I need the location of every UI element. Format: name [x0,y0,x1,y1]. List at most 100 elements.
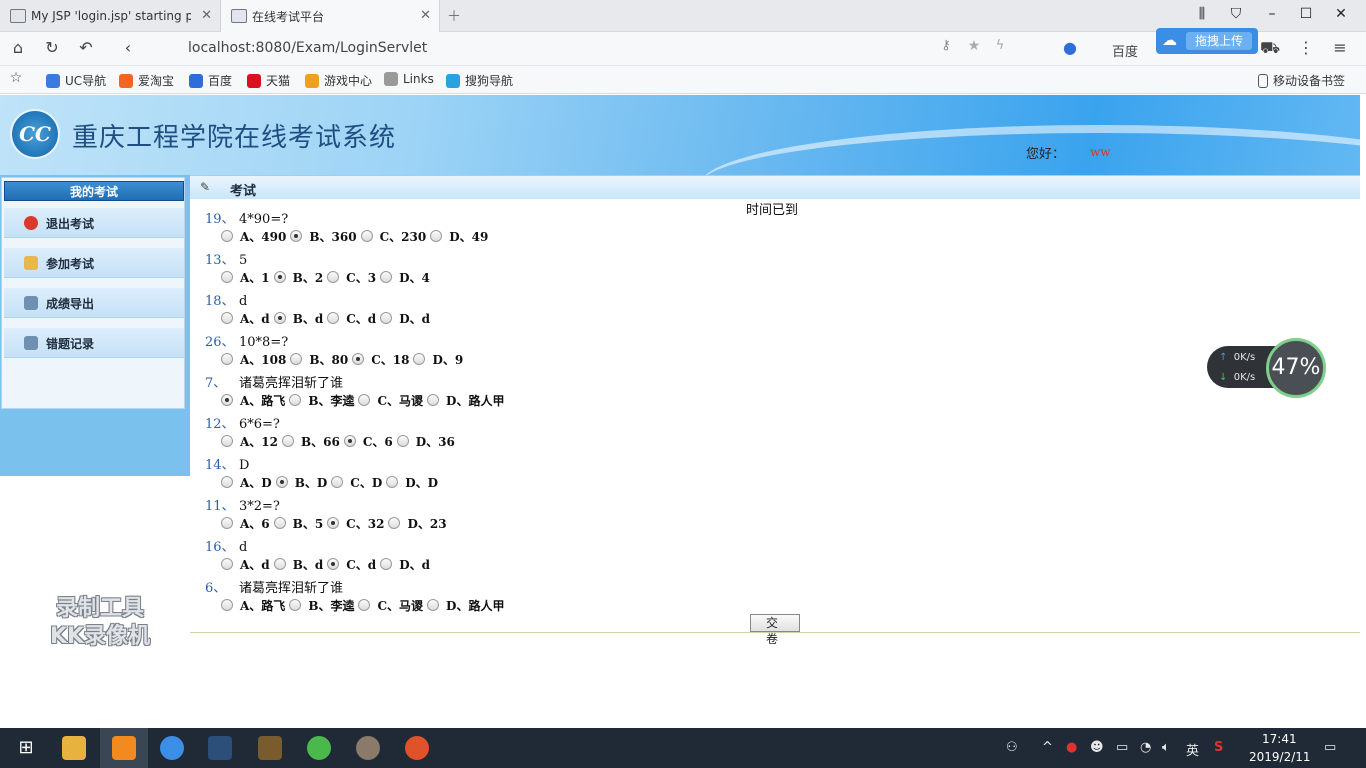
game-icon[interactable] [258,736,282,760]
answer-option[interactable]: B、360 [290,228,357,245]
answer-option[interactable]: C、D [331,474,382,491]
file-explorer-icon[interactable] [62,736,86,760]
answer-option[interactable]: D、d [380,556,430,573]
qq-icon[interactable]: ☻ [1090,740,1104,755]
wifi-icon[interactable]: ◔ [1140,740,1151,755]
radio-button[interactable] [427,599,440,611]
radio-button[interactable] [396,435,409,447]
key-icon[interactable]: ⚷ [936,38,956,53]
people-icon[interactable]: ⚇ [1006,740,1018,755]
radio-button[interactable] [289,599,302,611]
answer-option[interactable]: B、D [275,474,327,491]
answer-option[interactable]: B、d [273,310,323,327]
uc-browser-icon[interactable] [112,736,136,760]
answer-option[interactable]: A、D [221,474,272,491]
baidu-netdisk-icon[interactable] [160,736,184,760]
radio-button[interactable] [221,476,233,488]
answer-option[interactable]: C、马谡 [358,597,423,614]
radio-button[interactable] [413,353,426,365]
answer-option[interactable]: B、2 [273,269,323,286]
close-icon[interactable]: ✕ [420,8,431,23]
address-bar[interactable]: localhost:8080/Exam/LoginServlet [188,40,427,56]
radio-button[interactable] [358,394,371,406]
radio-button[interactable] [430,230,443,242]
green-app-icon[interactable] [307,736,331,760]
clock-time[interactable]: 17:41 [1262,732,1297,746]
sidebar-item-export-scores[interactable]: 成绩导出 [4,288,184,318]
answer-option[interactable]: B、李逵 [289,392,354,409]
radio-button[interactable] [273,271,286,283]
undo-icon[interactable]: ↶ [76,38,96,57]
radio-button[interactable] [427,394,440,406]
bookmark-baidu[interactable]: 百度 [189,72,232,89]
answer-option[interactable]: C、230 [360,228,426,245]
search-engine-label[interactable]: 百度 [1112,41,1138,60]
bookmark-links[interactable]: Links [384,72,434,86]
answer-option[interactable]: D、36 [396,433,455,450]
notification-icon[interactable]: ▭ [1324,740,1336,755]
radio-button[interactable] [290,230,303,242]
answer-option[interactable]: D、9 [413,351,463,368]
star-icon[interactable]: ★ [964,38,984,54]
radio-button[interactable] [273,517,286,529]
answer-option[interactable]: D、路人甲 [427,597,504,614]
answer-option[interactable]: D、D [386,474,438,491]
answer-option[interactable]: B、80 [290,351,348,368]
radio-button[interactable] [221,517,233,529]
new-tab-icon[interactable]: ＋ [444,6,464,26]
radio-button[interactable] [386,476,399,488]
radio-button[interactable] [273,312,286,324]
battery-icon[interactable]: ▭ [1116,740,1128,755]
answer-option[interactable]: C、32 [327,515,384,532]
answer-option[interactable]: D、49 [430,228,488,245]
bookmark-tmall[interactable]: 天猫 [247,72,290,89]
answer-option[interactable]: A、路飞 [221,597,285,614]
answer-option[interactable]: A、490 [221,228,286,245]
bookmark-game-center[interactable]: 游戏中心 [305,72,372,89]
clock-date[interactable]: 2019/2/11 [1249,750,1311,764]
cloud-upload-widget[interactable]: ☁ 拖拽上传 [1156,28,1258,54]
radio-button[interactable] [360,230,373,242]
eclipse-icon[interactable] [208,736,232,760]
radio-button[interactable] [327,312,340,324]
radio-button[interactable] [327,558,340,570]
answer-option[interactable]: A、d [221,556,270,573]
baidu-paw-icon[interactable]: ● [1060,38,1080,57]
answer-option[interactable]: B、d [273,556,323,573]
lightning-icon[interactable]: ϟ [990,38,1010,53]
answer-option[interactable]: C、18 [352,351,409,368]
volume-icon[interactable]: 🔈︎ [1162,740,1170,755]
radio-button[interactable] [331,476,344,488]
radio-button[interactable] [221,230,233,242]
tab-exam-platform[interactable]: 在线考试平台 ✕ [220,0,440,32]
minimize-icon[interactable]: – [1262,6,1282,22]
cart-icon[interactable]: ⛟ [1260,38,1280,59]
answer-option[interactable]: A、108 [221,351,286,368]
radio-button[interactable] [327,271,340,283]
answer-option[interactable]: A、6 [221,515,270,532]
radio-button[interactable] [275,476,288,488]
radio-button[interactable] [221,353,233,365]
answer-option[interactable]: D、4 [380,269,430,286]
radio-button[interactable] [221,558,233,570]
answer-option[interactable]: B、5 [273,515,323,532]
radio-button[interactable] [352,353,365,365]
answer-option[interactable]: B、李逵 [289,597,354,614]
ime-indicator[interactable]: 英 [1186,740,1199,759]
answer-option[interactable]: D、d [380,310,430,327]
star-outline-icon[interactable]: ☆ [6,70,26,86]
maximize-icon[interactable]: ☐ [1296,6,1316,22]
radio-button[interactable] [282,435,295,447]
radio-button[interactable] [289,394,302,406]
bookmark-sogou[interactable]: 搜狗导航 [446,72,513,89]
sogou-ime-icon[interactable]: S [1214,740,1223,755]
sidebar-item-wrong-answers[interactable]: 错题记录 [4,328,184,358]
radio-button[interactable] [221,271,233,283]
red-tray-icon[interactable]: ● [1066,740,1077,755]
bookmark-mobile[interactable]: 移动设备书签 [1258,72,1345,89]
answer-option[interactable]: B、66 [282,433,340,450]
radio-button[interactable] [388,517,401,529]
radio-button[interactable] [380,312,393,324]
answer-option[interactable]: D、23 [388,515,447,532]
avatar-app-icon[interactable] [356,736,380,760]
